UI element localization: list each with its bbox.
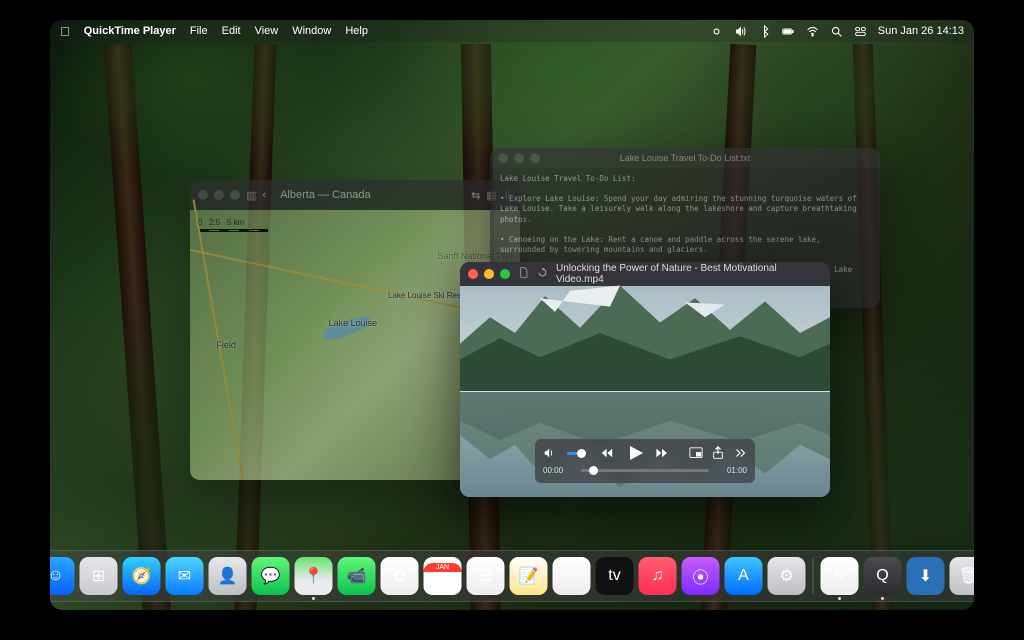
minimize-button[interactable] xyxy=(514,153,524,163)
wifi-icon[interactable] xyxy=(806,25,819,38)
dock-notes[interactable]: 📝 xyxy=(510,557,548,595)
map-label-field[interactable]: Field xyxy=(216,340,236,350)
dock-freeform[interactable]: 〰︎ xyxy=(553,557,591,595)
menubar-clock[interactable]: Sun Jan 26 14:13 xyxy=(878,25,964,37)
dock-launchpad[interactable]: ⊞ xyxy=(80,557,118,595)
zoom-button[interactable] xyxy=(230,190,240,200)
volume-icon[interactable] xyxy=(543,446,557,460)
map-label-ski[interactable]: Lake Louise Ski Resort xyxy=(388,291,470,300)
dock-music[interactable]: ♫ xyxy=(639,557,677,595)
play-button[interactable] xyxy=(625,443,645,463)
timeline-slider[interactable] xyxy=(581,469,709,472)
map-scale: 0 2.5 5 km xyxy=(198,218,268,232)
dock-podcasts[interactable]: ⦿ xyxy=(682,557,720,595)
sidebar-toggle-icon[interactable]: ▥ xyxy=(246,189,256,202)
close-button[interactable] xyxy=(198,190,208,200)
spotlight-icon[interactable] xyxy=(830,25,843,38)
fast-forward-button[interactable] xyxy=(655,446,669,460)
route-icon[interactable]: ⇆ xyxy=(471,189,480,202)
dock-contacts[interactable]: 👤 xyxy=(209,557,247,595)
dock-trash[interactable]: 🗑 xyxy=(950,557,975,595)
minimize-button[interactable] xyxy=(214,190,224,200)
dock-finder[interactable]: ☺︎ xyxy=(50,557,75,595)
dock-photos[interactable]: ✿ xyxy=(381,557,419,595)
maps-toolbar: ▥ ‹ Alberta — Canada ⇆ ▦ ⇧ xyxy=(190,180,520,210)
volume-slider[interactable] xyxy=(567,452,581,455)
dock-maps[interactable]: 📍 xyxy=(295,557,333,595)
dock-mail[interactable]: ✉︎ xyxy=(166,557,204,595)
dock-appstore[interactable]: A xyxy=(725,557,763,595)
map-label-lake-louise[interactable]: Lake Louise xyxy=(329,318,378,328)
rewind-button[interactable] xyxy=(601,446,615,460)
textedit-titlebar[interactable]: Lake Louise Travel To-Do List.txt xyxy=(490,148,880,168)
zoom-button[interactable] xyxy=(530,153,540,163)
textedit-title: Lake Louise Travel To-Do List.txt xyxy=(620,153,750,163)
dock-quicktime[interactable]: Q xyxy=(864,557,902,595)
time-remaining: 01:00 xyxy=(719,466,747,475)
maps-title: Alberta — Canada xyxy=(272,189,465,201)
menubar:  QuickTime Player File Edit View Window… xyxy=(50,20,974,42)
quicktime-window[interactable]: Unlocking the Power of Nature - Best Mot… xyxy=(460,262,830,497)
menubar-app-name[interactable]: QuickTime Player xyxy=(84,25,176,37)
menu-view[interactable]: View xyxy=(255,25,279,37)
back-button[interactable]: ‹ xyxy=(262,189,266,201)
pip-button[interactable] xyxy=(689,446,703,460)
dock-messages[interactable]: 💬 xyxy=(252,557,290,595)
dock-textedit[interactable]: ✎ xyxy=(821,557,859,595)
dock: ☺︎⊞🧭✉︎👤💬📍📹✿JAN26☰📝〰︎tv♫⦿A⚙︎ ✎Q⬇︎🗑 xyxy=(50,550,974,602)
time-elapsed: 00:00 xyxy=(543,466,571,475)
share-button[interactable] xyxy=(711,446,725,460)
video-viewport[interactable]: 00:00 01:00 xyxy=(460,286,830,497)
spotlight-decor-icon[interactable] xyxy=(710,25,723,38)
dock-system-settings[interactable]: ⚙︎ xyxy=(768,557,806,595)
dock-downloads[interactable]: ⬇︎ xyxy=(907,557,945,595)
menu-window[interactable]: Window xyxy=(292,25,331,37)
dock-reminders[interactable]: ☰ xyxy=(467,557,505,595)
playback-controls: 00:00 01:00 xyxy=(535,439,755,483)
dock-safari[interactable]: 🧭 xyxy=(123,557,161,595)
desktop:  QuickTime Player File Edit View Window… xyxy=(50,20,974,610)
actions-button[interactable] xyxy=(733,446,747,460)
dock-tv[interactable]: tv xyxy=(596,557,634,595)
menu-help[interactable]: Help xyxy=(345,25,368,37)
apple-menu[interactable]:  xyxy=(60,24,70,39)
close-button[interactable] xyxy=(498,153,508,163)
menu-file[interactable]: File xyxy=(190,25,208,37)
dock-facetime[interactable]: 📹 xyxy=(338,557,376,595)
volume-icon[interactable] xyxy=(734,25,747,38)
dock-separator xyxy=(813,558,814,594)
bluetooth-icon[interactable] xyxy=(758,25,771,38)
control-center-icon[interactable] xyxy=(854,25,867,38)
dock-calendar[interactable]: JAN26 xyxy=(424,557,462,595)
menu-edit[interactable]: Edit xyxy=(222,25,241,37)
battery-icon[interactable] xyxy=(782,25,795,38)
